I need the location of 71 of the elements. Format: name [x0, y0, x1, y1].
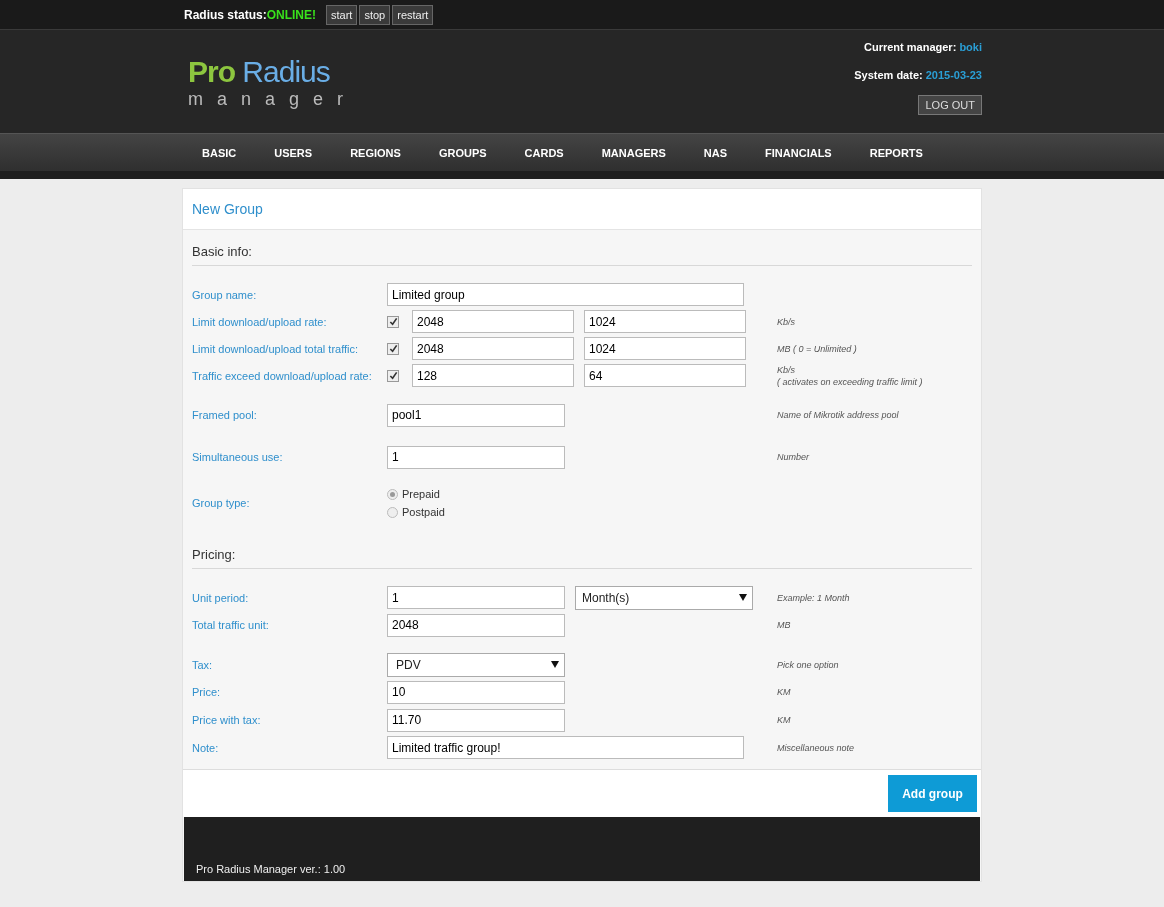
text-field[interactable]: 1	[387, 586, 565, 609]
server-button[interactable]: start	[326, 4, 358, 25]
text-field[interactable]: pool1	[387, 403, 565, 427]
field-hint: MB ( 0 = Unlimited )	[777, 342, 857, 355]
radio-button[interactable]	[387, 506, 398, 518]
field-hint: Name of Mikrotik address pool	[777, 409, 899, 421]
page-title: New Group	[183, 189, 981, 230]
nav-item[interactable]: MANAGERS	[582, 146, 685, 159]
text-field[interactable]: Limited group	[387, 283, 744, 306]
logo: Pro Radius manager	[188, 55, 358, 111]
nav-item[interactable]: CARDS	[505, 146, 583, 159]
field-label: Price with tax:	[192, 714, 262, 726]
text-field[interactable]: 2048	[387, 613, 565, 637]
server-button[interactable]: stop	[359, 4, 391, 25]
text-field[interactable]: 1	[387, 445, 565, 469]
current-manager: Current manager: boki	[864, 41, 982, 53]
field-label: Total traffic unit:	[192, 619, 270, 631]
nav-item[interactable]: REGIONS	[331, 146, 420, 159]
field-hint: Pick one option	[777, 658, 839, 671]
checkbox[interactable]	[387, 315, 399, 328]
field-hint: KM	[777, 686, 791, 698]
field-label: Framed pool:	[192, 409, 258, 421]
radio-label: Prepaid	[402, 488, 440, 500]
system-date: System date: 2015-03-23	[854, 69, 982, 81]
field-label: Traffic exceed download/upload rate:	[192, 369, 373, 382]
radius-status: Radius status:ONLINE!	[184, 7, 317, 22]
text-field[interactable]: 11.70	[387, 708, 565, 732]
field-hint: MB	[777, 619, 791, 631]
text-field[interactable]: 1024	[584, 337, 746, 360]
field-hint: Number	[777, 451, 809, 463]
nav-item[interactable]: FINANCIALS	[746, 146, 851, 159]
field-label: Note:	[192, 741, 220, 754]
checkbox[interactable]	[387, 369, 399, 382]
tax-select[interactable]: PDV	[387, 652, 565, 677]
caret-icon	[739, 594, 747, 601]
field-hint: Miscellaneous note	[777, 741, 855, 754]
period-select[interactable]: Month(s)	[575, 585, 753, 610]
logout-button[interactable]: LOG OUT	[918, 95, 982, 115]
nav-item[interactable]: GROUPS	[419, 146, 506, 159]
nav-item[interactable]: REPORTS	[850, 146, 942, 159]
radio-button[interactable]	[387, 488, 398, 500]
checkbox[interactable]	[387, 342, 399, 355]
field-hint: Kb/s	[777, 315, 795, 328]
nav-item[interactable]: NAS	[684, 146, 747, 159]
text-field[interactable]: Limited traffic group!	[387, 736, 744, 759]
nav-item[interactable]: USERS	[255, 146, 332, 159]
field-label: Limit download/upload total traffic:	[192, 342, 360, 355]
field-label: Price:	[192, 686, 222, 698]
field-hint: Kb/s	[777, 363, 796, 376]
field-label: Group name:	[192, 288, 258, 301]
text-field[interactable]: 64	[584, 364, 746, 387]
footer-text: Pro Radius Manager ver.: 1.00	[196, 863, 346, 875]
field-label: Tax:	[192, 658, 214, 671]
field-hint: ( activates on exceeding traffic limit )	[777, 375, 923, 388]
field-hint: KM	[777, 714, 791, 726]
nav-item[interactable]: BASIC	[182, 146, 256, 159]
server-button[interactable]: restart	[392, 4, 434, 25]
field-label: Unit period:	[192, 591, 250, 604]
text-field[interactable]: 128	[412, 364, 574, 387]
field-hint: Example: 1 Month	[777, 591, 850, 604]
text-field[interactable]: 10	[387, 680, 565, 704]
text-field[interactable]: 2048	[412, 310, 574, 333]
field-label: Group type:	[192, 497, 251, 509]
field-label: Simultaneous use:	[192, 451, 284, 463]
field-label: Limit download/upload rate:	[192, 315, 328, 328]
radio-label: Postpaid	[402, 506, 445, 518]
section-title: Basic info:	[192, 230, 972, 266]
text-field[interactable]: 2048	[412, 337, 574, 360]
text-field[interactable]: 1024	[584, 310, 746, 333]
caret-icon	[551, 661, 559, 668]
section-title: Pricing:	[192, 533, 972, 569]
